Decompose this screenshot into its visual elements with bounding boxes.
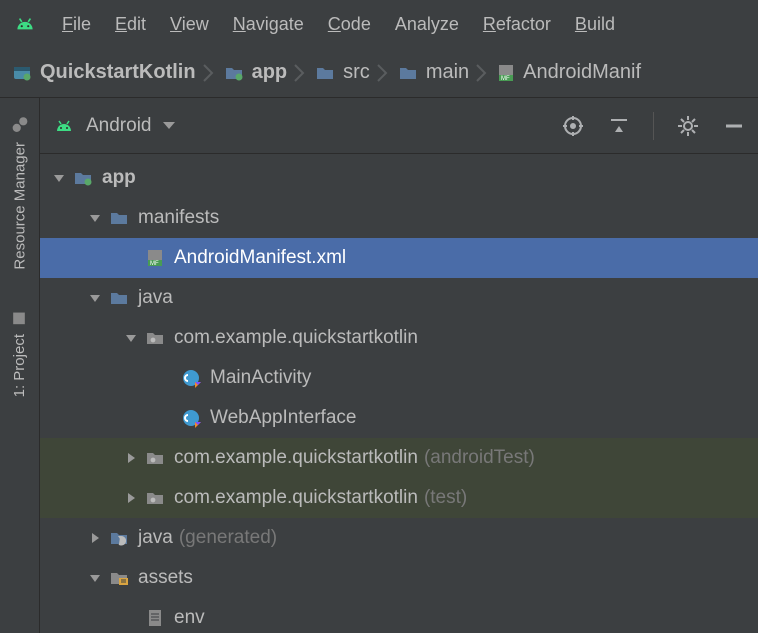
- tree-item-label: manifests: [138, 207, 219, 229]
- tree-item-label: env: [174, 607, 205, 629]
- menu-code[interactable]: Code: [328, 14, 371, 35]
- hide-button[interactable]: [722, 114, 746, 138]
- menu-navigate[interactable]: Navigate: [233, 14, 304, 35]
- project-panel-header: Android: [40, 98, 758, 154]
- breadcrumb: QuickstartKotlin app src main AndroidMan…: [0, 48, 758, 98]
- breadcrumb-sep: [376, 61, 390, 85]
- tree-row[interactable]: env: [40, 598, 758, 633]
- breadcrumb-src[interactable]: src: [313, 61, 370, 84]
- tree-row[interactable]: manifests: [40, 198, 758, 238]
- breadcrumb-main[interactable]: main: [396, 61, 469, 84]
- tree-item-suffix: (androidTest): [424, 447, 535, 469]
- project-panel: Android appmanifestsAndroidManifest.xmlj…: [40, 98, 758, 633]
- tree-item-label: java: [138, 527, 173, 549]
- tab-label: Resource Manager: [11, 142, 28, 270]
- chevron-down-icon[interactable]: [122, 332, 140, 344]
- tree-row[interactable]: assets: [40, 558, 758, 598]
- manifest-icon: [144, 248, 166, 268]
- breadcrumb-label: AndroidManif: [523, 61, 641, 84]
- tree-item-suffix: (generated): [179, 527, 277, 549]
- folder-icon: [396, 63, 420, 83]
- project-tab-icon: [12, 310, 28, 326]
- breadcrumb-label: main: [426, 61, 469, 84]
- chevron-right-icon[interactable]: [122, 452, 140, 464]
- project-icon: [10, 63, 34, 83]
- tree-item-label: WebAppInterface: [210, 407, 356, 429]
- tree-row[interactable]: java: [40, 278, 758, 318]
- breadcrumb-label: app: [252, 61, 288, 84]
- chevron-down-icon: [162, 121, 176, 131]
- tree-row[interactable]: com.example.quickstartkotlin (test): [40, 478, 758, 518]
- tree-row[interactable]: com.example.quickstartkotlin: [40, 318, 758, 358]
- tree-row[interactable]: app: [40, 158, 758, 198]
- tree-item-label: com.example.quickstartkotlin: [174, 447, 418, 469]
- dropdown-label: Android: [86, 115, 152, 137]
- collapse-all-button[interactable]: [607, 114, 631, 138]
- file-icon: [144, 608, 166, 628]
- assets-folder-icon: [108, 568, 130, 588]
- tree-row[interactable]: MainActivity: [40, 358, 758, 398]
- module-icon: [222, 63, 246, 83]
- chevron-right-icon[interactable]: [122, 492, 140, 504]
- settings-button[interactable]: [676, 114, 700, 138]
- separator: [653, 112, 654, 140]
- menu-refactor[interactable]: Refactor: [483, 14, 551, 35]
- chevron-down-icon[interactable]: [86, 212, 104, 224]
- breadcrumb-module[interactable]: app: [222, 61, 288, 84]
- tab-resource-manager[interactable]: Resource Manager: [9, 106, 31, 280]
- android-icon: [52, 116, 76, 136]
- chevron-down-icon[interactable]: [86, 572, 104, 584]
- tree-item-suffix: (test): [424, 487, 467, 509]
- gen-folder-icon: [108, 528, 130, 548]
- menu-analyze[interactable]: Analyze: [395, 14, 459, 35]
- tab-label: 1: Project: [11, 334, 28, 397]
- breadcrumb-file[interactable]: AndroidManif: [495, 61, 641, 84]
- tree-item-label: app: [102, 167, 136, 189]
- chevron-down-icon[interactable]: [86, 292, 104, 304]
- tool-window-tabs: Resource Manager 1: Project: [0, 98, 40, 633]
- package-icon: [144, 448, 166, 468]
- tree-item-label: MainActivity: [210, 367, 311, 389]
- tree-row[interactable]: AndroidManifest.xml: [40, 238, 758, 278]
- breadcrumb-label: src: [343, 61, 370, 84]
- android-studio-logo: [12, 13, 38, 35]
- menubar: File Edit View Navigate Code Analyze Ref…: [0, 0, 758, 48]
- kotlin-class-icon: [180, 368, 202, 388]
- tree-item-label: com.example.quickstartkotlin: [174, 487, 418, 509]
- kotlin-class-icon: [180, 408, 202, 428]
- breadcrumb-sep: [293, 61, 307, 85]
- tab-project[interactable]: 1: Project: [9, 300, 30, 407]
- tree-item-label: java: [138, 287, 173, 309]
- tree-item-label: com.example.quickstartkotlin: [174, 327, 418, 349]
- project-view-selector[interactable]: Android: [52, 115, 176, 137]
- folder-icon: [108, 288, 130, 308]
- folder-icon: [108, 208, 130, 228]
- menu-build[interactable]: Build: [575, 14, 615, 35]
- tree-row[interactable]: java (generated): [40, 518, 758, 558]
- package-icon: [144, 328, 166, 348]
- module-icon: [72, 168, 94, 188]
- package-icon: [144, 488, 166, 508]
- manifest-icon: [495, 63, 517, 83]
- breadcrumb-sep: [475, 61, 489, 85]
- menu-view[interactable]: View: [170, 14, 209, 35]
- project-tree[interactable]: appmanifestsAndroidManifest.xmljavacom.e…: [40, 154, 758, 633]
- breadcrumb-label: QuickstartKotlin: [40, 61, 196, 84]
- chevron-down-icon[interactable]: [50, 172, 68, 184]
- menu-edit[interactable]: Edit: [115, 14, 146, 35]
- tree-row[interactable]: WebAppInterface: [40, 398, 758, 438]
- breadcrumb-project[interactable]: QuickstartKotlin: [10, 61, 196, 84]
- select-opened-file-button[interactable]: [561, 114, 585, 138]
- folder-icon: [313, 63, 337, 83]
- breadcrumb-sep: [202, 61, 216, 85]
- tree-item-label: assets: [138, 567, 193, 589]
- resource-icon: [11, 116, 29, 134]
- tree-item-label: AndroidManifest.xml: [174, 247, 346, 269]
- chevron-right-icon[interactable]: [86, 532, 104, 544]
- menu-file[interactable]: File: [62, 14, 91, 35]
- tree-row[interactable]: com.example.quickstartkotlin (androidTest…: [40, 438, 758, 478]
